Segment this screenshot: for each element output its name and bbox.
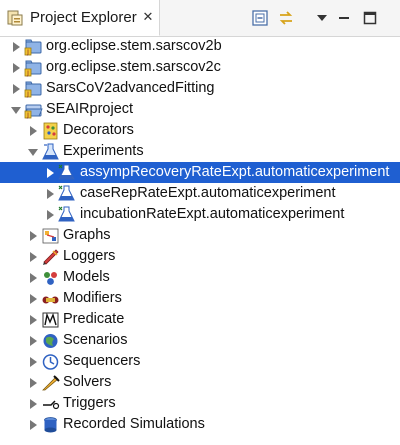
collapsed-arrow-icon[interactable] — [27, 251, 39, 263]
project-explorer-icon — [7, 10, 23, 26]
collapsed-arrow-icon[interactable] — [44, 209, 56, 221]
tree-item-label: incubationRateExpt.automaticexperiment — [80, 206, 345, 222]
collapsed-arrow-icon[interactable] — [10, 83, 22, 95]
tree-item[interactable]: Modifiers — [0, 288, 400, 309]
collapsed-arrow-icon[interactable] — [27, 419, 39, 431]
project-folder-icon: J — [24, 81, 42, 98]
collapsed-arrow-icon[interactable] — [27, 356, 39, 368]
tree-item[interactable]: Models — [0, 267, 400, 288]
tree-item[interactable]: Recorded Simulations — [0, 414, 400, 435]
link-with-editor-button[interactable] — [276, 8, 296, 28]
collapsed-arrow-icon[interactable] — [27, 398, 39, 410]
project-folder-icon: J — [24, 39, 42, 56]
tree-item-label: assympRecoveryRateExpt.automaticexperime… — [80, 164, 390, 180]
tree-item-label: Solvers — [63, 374, 112, 390]
collapsed-arrow-icon[interactable] — [10, 41, 22, 53]
tab-project-explorer[interactable]: Project Explorer ✕ — [0, 0, 160, 36]
collapsed-arrow-icon[interactable] — [10, 62, 22, 74]
experiments-icon — [42, 143, 59, 160]
tree-item[interactable]: Jorg.eclipse.stem.sarscov2c — [0, 57, 400, 78]
tree-item-label: SEAIRproject — [46, 101, 134, 117]
collapsed-arrow-icon[interactable] — [44, 188, 56, 200]
tree-item[interactable]: Loggers — [0, 246, 400, 267]
svg-text:J: J — [26, 70, 29, 77]
tree-item-label: Scenarios — [63, 332, 128, 348]
tree-item-label: Experiments — [63, 143, 144, 159]
tree-item-label: SarsCoV2advancedFitting — [46, 80, 215, 96]
project-explorer-view: Project Explorer ✕ Jorg.eclipse.stem.sar… — [0, 0, 400, 445]
experiment-file-icon — [58, 164, 75, 180]
models-icon — [44, 272, 57, 285]
tree-item-label: Predicate — [63, 311, 125, 327]
modifiers-icon — [42, 296, 59, 304]
predicate-icon — [42, 312, 59, 328]
collapsed-arrow-icon[interactable] — [27, 314, 39, 326]
collapsed-arrow-icon[interactable] — [27, 125, 39, 137]
svg-text:J: J — [26, 49, 29, 56]
collapsed-arrow-icon[interactable] — [27, 377, 39, 389]
project-folder-icon: J — [24, 60, 42, 77]
tree-item[interactable]: caseRepRateExpt.automaticexperiment — [0, 183, 400, 204]
tree-item[interactable]: Jorg.eclipse.stem.sarscov2b — [0, 36, 400, 57]
graphs-icon — [42, 228, 59, 244]
tree-item-label: Triggers — [63, 395, 116, 411]
tree-item[interactable]: Triggers — [0, 393, 400, 414]
sequencers-icon — [42, 354, 59, 370]
recorded-simulations-icon — [44, 417, 57, 433]
loggers-icon — [43, 249, 59, 265]
tree-item-selected[interactable]: assympRecoveryRateExpt.automaticexperime… — [0, 162, 400, 183]
scenarios-icon — [43, 334, 58, 348]
tree-item-label: Sequencers — [63, 353, 141, 369]
tree-item-label: Loggers — [63, 248, 116, 264]
svg-text:J: J — [26, 91, 29, 98]
tree-item[interactable]: incubationRateExpt.automaticexperiment — [0, 204, 400, 225]
solvers-icon — [42, 375, 60, 391]
tree-item[interactable]: J SEAIRproject — [0, 99, 400, 120]
experiment-file-icon — [58, 185, 75, 201]
triggers-icon — [43, 400, 60, 410]
tree-item[interactable]: Scenarios — [0, 330, 400, 351]
tree-item-label: Graphs — [63, 227, 111, 243]
collapsed-arrow-icon[interactable] — [27, 230, 39, 242]
tree-item[interactable]: Experiments — [0, 141, 400, 162]
minimize-button[interactable] — [334, 8, 354, 28]
view-header: Project Explorer ✕ — [0, 0, 400, 37]
collapsed-arrow-icon[interactable] — [44, 167, 56, 179]
collapsed-arrow-icon[interactable] — [27, 335, 39, 347]
expanded-arrow-icon[interactable] — [27, 146, 39, 158]
maximize-button[interactable] — [360, 8, 380, 28]
tree-item-label: caseRepRateExpt.automaticexperiment — [80, 185, 336, 201]
tree-item-label: Modifiers — [63, 290, 122, 306]
tree-item-label: Recorded Simulations — [63, 416, 205, 432]
tree-item-label: Decorators — [63, 122, 134, 138]
tree-item-label: org.eclipse.stem.sarscov2c — [46, 59, 221, 75]
project-tree[interactable]: Jorg.eclipse.stem.sarscov2b Jorg.eclipse.… — [0, 36, 400, 445]
tree-item[interactable]: Sequencers — [0, 351, 400, 372]
collapsed-arrow-icon[interactable] — [27, 272, 39, 284]
collapse-all-button[interactable] — [250, 8, 270, 28]
svg-text:J: J — [26, 112, 29, 119]
tree-item[interactable]: Predicate — [0, 309, 400, 330]
tree-item[interactable]: Solvers — [0, 372, 400, 393]
tab-title: Project Explorer — [30, 9, 137, 26]
decorators-icon — [43, 122, 58, 140]
collapsed-arrow-icon[interactable] — [27, 293, 39, 305]
tree-item-label: Models — [63, 269, 110, 285]
close-icon[interactable]: ✕ — [141, 10, 155, 24]
view-menu-button[interactable] — [312, 8, 332, 28]
experiment-file-icon — [58, 206, 75, 222]
tree-item[interactable]: Decorators — [0, 120, 400, 141]
tree-item-label: org.eclipse.stem.sarscov2b — [46, 38, 222, 54]
project-folder-open-icon: J — [24, 104, 43, 119]
expanded-arrow-icon[interactable] — [10, 104, 22, 116]
tree-item[interactable]: Graphs — [0, 225, 400, 246]
tree-item[interactable]: J SarsCoV2advancedFitting — [0, 78, 400, 99]
